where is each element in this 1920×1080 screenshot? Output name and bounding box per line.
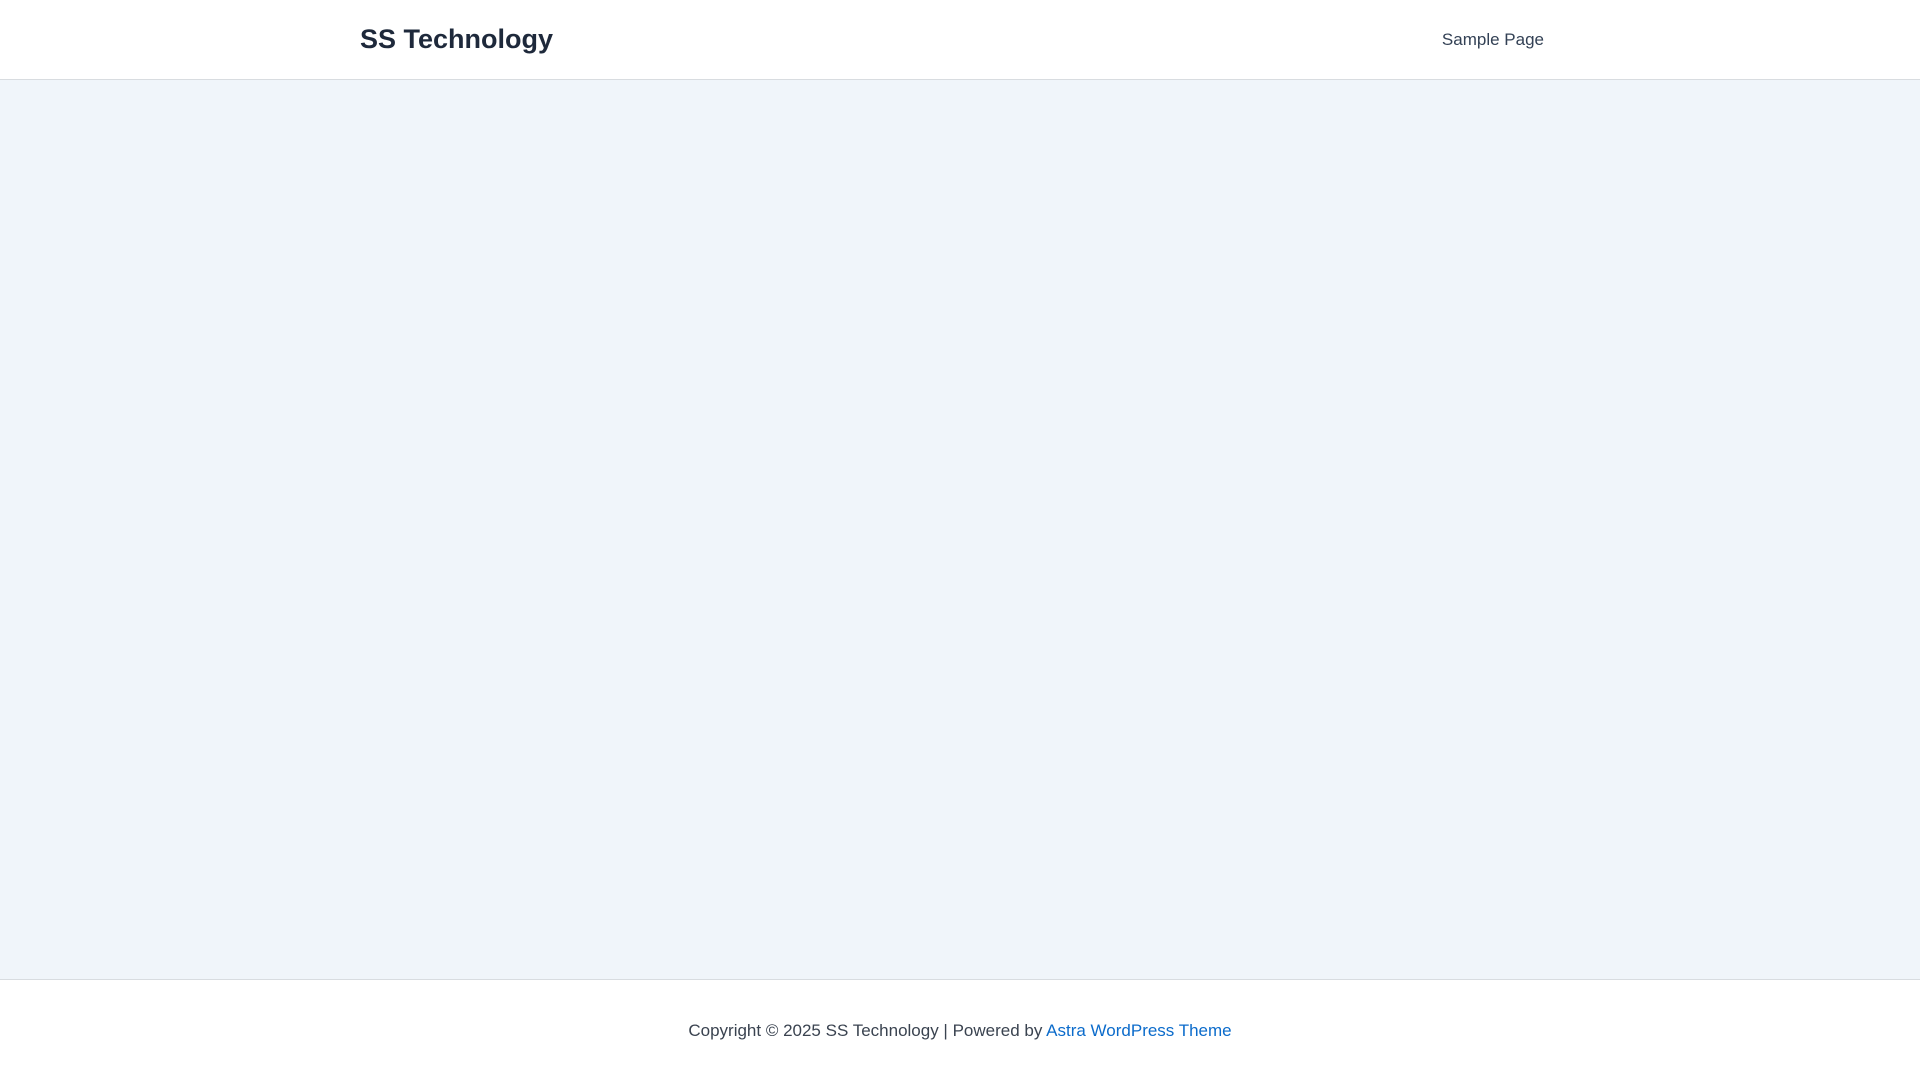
site-footer: Copyright © 2025 SS Technology | Powered…: [0, 979, 1920, 1080]
footer-copyright: Copyright © 2025 SS Technology | Powered…: [0, 1020, 1920, 1042]
copyright-text: Copyright © 2025 SS Technology | Powered…: [688, 1021, 1047, 1040]
astra-theme-link[interactable]: Astra WordPress Theme: [1046, 1021, 1232, 1040]
site-title-link[interactable]: SS Technology: [360, 22, 553, 56]
nav-item-sample-page[interactable]: Sample Page: [1442, 29, 1544, 51]
site-header: SS Technology Sample Page: [0, 0, 1920, 80]
main-content-area: [0, 80, 1920, 979]
